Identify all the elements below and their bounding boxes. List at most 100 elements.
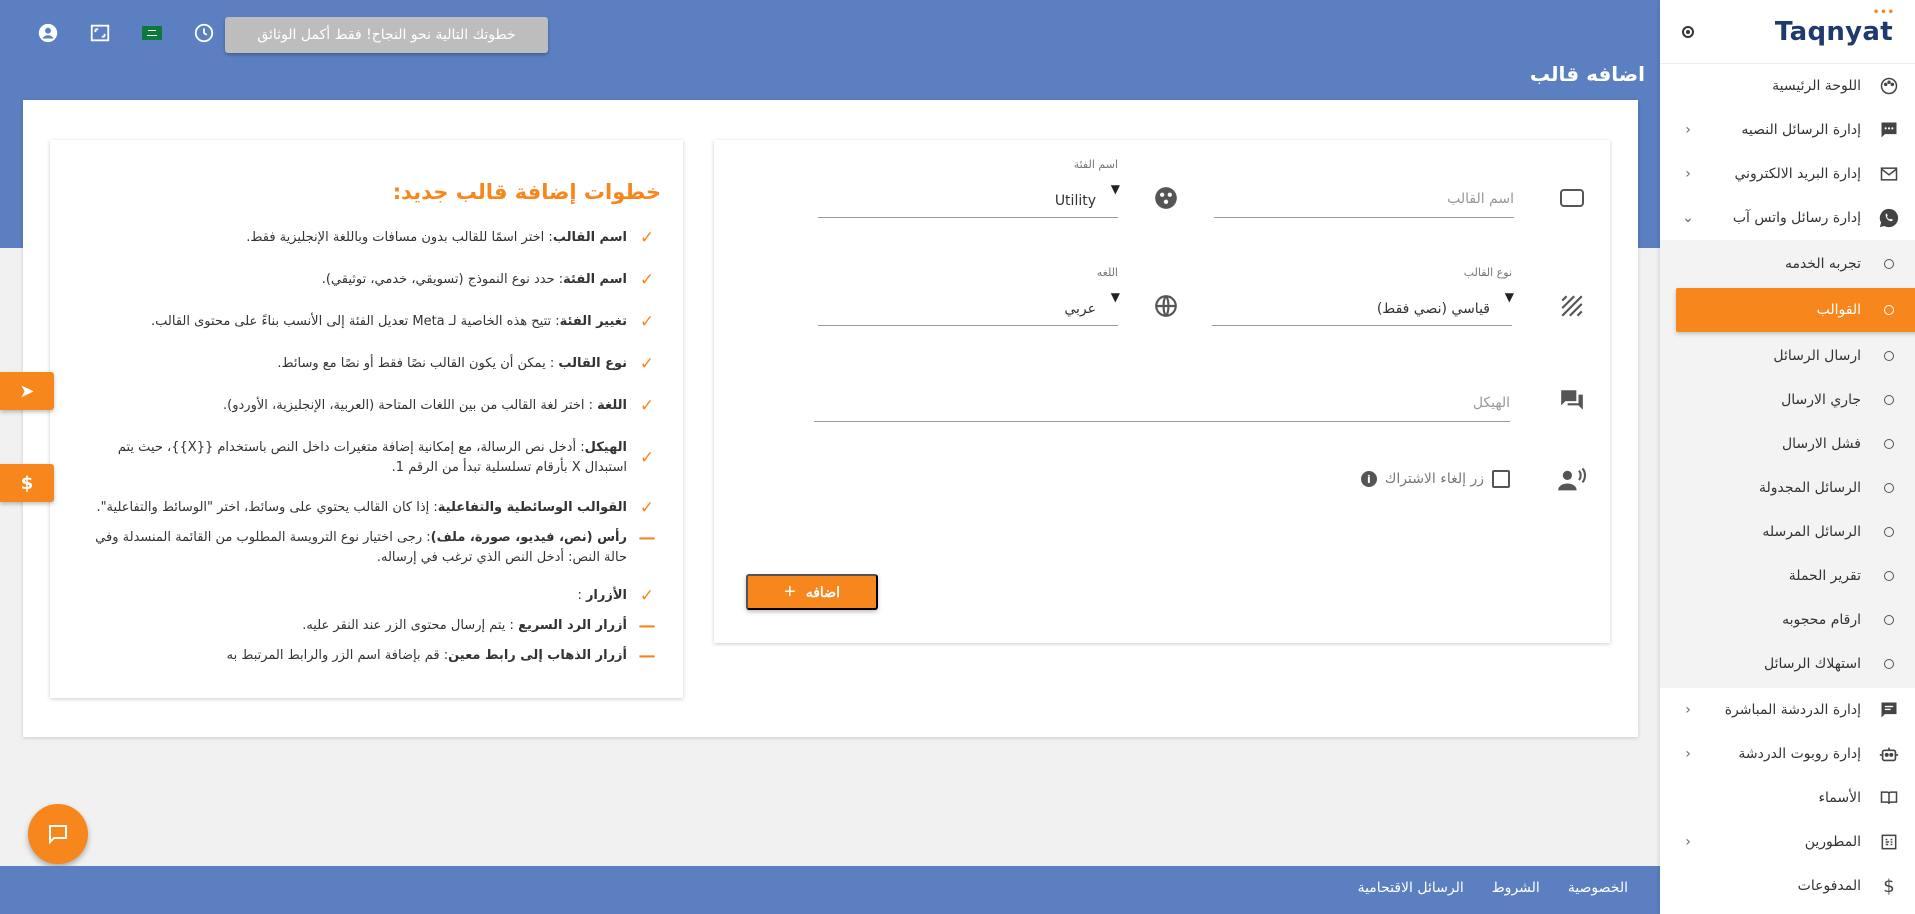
step-desc: : قم بإضافة اسم الزر والرابط المرتبط به <box>226 648 449 663</box>
step-item: ✓ تغيير الفئة: تتيح هذه الخاصية لـ Meta … <box>151 312 657 332</box>
unsubscribe-row: زر إلغاء الاشتراك i <box>1360 470 1510 488</box>
circle-bullet-icon <box>1877 344 1901 368</box>
sidebar-item-developers[interactable]: المطورين ‹ <box>1660 820 1915 864</box>
step-desc: : تتيح هذه الخاصية لـ Meta تعديل الفئة إ… <box>151 314 560 329</box>
sidebar-pin-toggle-icon[interactable] <box>1682 25 1694 38</box>
step-item: ✓ الأزرار : <box>577 586 657 606</box>
info-icon[interactable]: i <box>1360 471 1377 487</box>
dash-icon: — <box>638 646 656 666</box>
sidebar-brand: Taqnyat ••• <box>1660 0 1915 64</box>
template-type-select[interactable]: نوع القالب قياسي (نصي فقط) ▼ <box>1212 266 1514 326</box>
forum-icon <box>1556 384 1588 416</box>
step-item: — أزرار الذهاب إلى رابط معين: قم بإضافة … <box>227 646 657 666</box>
step-text: اسم القالب: اختر اسمًا للقالب بدون مسافا… <box>246 228 627 248</box>
language-select[interactable]: اللغه عربي ▼ <box>818 266 1120 326</box>
sidebar-sub-campaign-report[interactable]: تقرير الحملة <box>1660 554 1915 598</box>
logo-dots: ••• <box>1872 6 1895 18</box>
globe-icon <box>1150 290 1182 322</box>
footer-link-spam[interactable]: الرسائل الاقتحامية <box>1358 880 1464 896</box>
sidebar-item-label: إدارة الدردشة المباشرة <box>1724 702 1861 718</box>
sidebar-sub-sending[interactable]: جاري الارسال <box>1660 378 1915 422</box>
main-card: اسم القالب اسم الفئة Utility ▼ نوع القال… <box>23 100 1638 737</box>
template-type-value: قياسي (نصي فقط) <box>1376 301 1490 317</box>
unsubscribe-checkbox[interactable] <box>1492 470 1510 488</box>
step-item: ✓ اللغة : اختر لغة القالب من بين اللغات … <box>223 396 657 416</box>
footer-link-privacy[interactable]: الخصوصية <box>1568 880 1628 896</box>
dropdown-arrow-icon: ▼ <box>1504 290 1514 304</box>
check-icon: ✓ <box>639 228 655 248</box>
step-bold: القوالب الوسائطية والتفاعلية <box>437 500 627 515</box>
sidebar-item-live-chat[interactable]: إدارة الدردشة المباشرة ‹ <box>1660 688 1915 732</box>
sidebar-sub-failed[interactable]: فشل الارسال <box>1660 422 1915 466</box>
sidebar-item-email[interactable]: إدارة البريد الالكتروني ‹ <box>1660 152 1915 196</box>
send-float-button[interactable]: ➤ <box>0 372 54 410</box>
page-title: اضافه قالب <box>1529 62 1645 86</box>
saudi-flag-icon[interactable] <box>126 20 178 46</box>
step-bold: اللغة <box>597 398 627 413</box>
rectangle-icon <box>1556 182 1588 214</box>
sidebar-sub-send-messages[interactable]: ارسال الرسائل <box>1660 334 1915 378</box>
robot-icon <box>1877 742 1901 766</box>
circle-bullet-icon <box>1877 252 1901 276</box>
taqnyat-logo[interactable]: Taqnyat ••• <box>1775 7 1894 47</box>
sidebar-item-whatsapp[interactable]: إدارة رسائل واتس آب ⌄ <box>1660 196 1915 240</box>
step-item: ✓ نوع القالب : يمكن أن يكون القالب نصًا … <box>277 354 657 374</box>
sidebar-item-sms[interactable]: إدارة الرسائل النصيه ‹ <box>1660 108 1915 152</box>
sidebar-sub-scheduled[interactable]: الرسائل المجدولة <box>1660 466 1915 510</box>
sidebar-sub-templates[interactable]: القوالب <box>1676 288 1915 332</box>
step-item: ✓ اسم الفئة: حدد نوع النموذج (تسويقي، خد… <box>322 270 657 290</box>
sidebar-sub-label: تقرير الحملة <box>1788 568 1861 584</box>
dropdown-arrow-icon: ▼ <box>1110 290 1120 304</box>
chevron-down-icon: ⌄ <box>1682 210 1694 226</box>
sidebar-sub-label: جاري الارسال <box>1781 392 1861 408</box>
sidebar-item-payments[interactable]: $ المدفوعات <box>1660 864 1915 908</box>
language-value: عربي <box>1064 301 1096 317</box>
sidebar: Taqnyat ••• اللوحة الرئيسية إدارة الرسائ… <box>1660 0 1915 914</box>
sidebar-item-label: إدارة رسائل واتس آب <box>1732 210 1861 226</box>
template-type-label: نوع القالب <box>1463 266 1512 279</box>
step-text: اللغة : اختر لغة القالب من بين اللغات ال… <box>223 396 627 416</box>
template-name-input[interactable]: اسم القالب <box>1214 178 1514 218</box>
sidebar-sub-sent[interactable]: الرسائل المرسله <box>1660 510 1915 554</box>
palette-icon <box>1877 74 1901 98</box>
step-bold: نوع القالب <box>558 356 627 371</box>
add-button-label: اضافه <box>805 583 840 600</box>
sidebar-sub-label: القوالب <box>1816 302 1861 318</box>
dropdown-arrow-icon: ▼ <box>1110 182 1120 196</box>
body-input[interactable]: الهيكل <box>814 382 1510 422</box>
steps-panel: خطوات إضافة قالب جديد: ✓ اسم القالب: اخت… <box>50 140 683 698</box>
sidebar-item-contacts[interactable]: الأسماء <box>1660 776 1915 820</box>
circle-bullet-icon <box>1877 432 1901 456</box>
clock-icon[interactable] <box>178 20 230 46</box>
fullscreen-icon[interactable] <box>74 20 126 46</box>
sidebar-item-chatbot[interactable]: إدارة روبوت الدردشة ‹ <box>1660 732 1915 776</box>
payment-float-button[interactable]: $ <box>0 464 54 502</box>
sms-icon <box>1877 118 1901 142</box>
footer: الخصوصية الشروط الرسائل الاقتحامية <box>0 866 1660 914</box>
complete-documents-notice-button[interactable]: خطوتك التالية نحو النجاح! فقط أكمل الوثا… <box>225 17 548 53</box>
step-text: أزرار الرد السريع : يتم إرسال محتوى الزر… <box>302 616 627 636</box>
user-account-icon[interactable] <box>22 20 74 46</box>
category-select[interactable]: اسم الفئة Utility ▼ <box>818 158 1120 218</box>
sidebar-sub-try-service[interactable]: تجربه الخدمه <box>1660 242 1915 286</box>
step-text: رأس (نص، فيديو، صورة، ملف): رجى اختيار ن… <box>82 528 627 568</box>
check-icon: ✓ <box>639 270 655 290</box>
circle-bullet-icon <box>1877 652 1901 676</box>
sidebar-sub-blocked-numbers[interactable]: ارقام محجوبه <box>1660 598 1915 642</box>
dash-icon: — <box>638 616 656 636</box>
step-item: ✓ اسم القالب: اختر اسمًا للقالب بدون مسا… <box>246 228 657 248</box>
check-icon: ✓ <box>639 312 655 332</box>
sidebar-sub-consumption[interactable]: استهلاك الرسائل <box>1660 642 1915 686</box>
chat-fab-button[interactable] <box>28 804 88 864</box>
sidebar-item-label: اللوحة الرئيسية <box>1772 78 1861 94</box>
footer-link-terms[interactable]: الشروط <box>1492 880 1540 896</box>
chevron-left-icon: ‹ <box>1685 122 1691 138</box>
voice-person-icon <box>1556 464 1588 496</box>
add-template-button[interactable]: اضافه + <box>746 574 878 610</box>
sidebar-item-label: الأسماء <box>1818 790 1861 806</box>
circle-bullet-icon <box>1877 476 1901 500</box>
circle-bullet-icon <box>1877 298 1901 322</box>
sidebar-item-dashboard[interactable]: اللوحة الرئيسية <box>1660 64 1915 108</box>
whatsapp-icon <box>1877 206 1901 230</box>
step-desc: : إذا كان القالب يحتوي على وسائط، اختر "… <box>96 500 438 515</box>
